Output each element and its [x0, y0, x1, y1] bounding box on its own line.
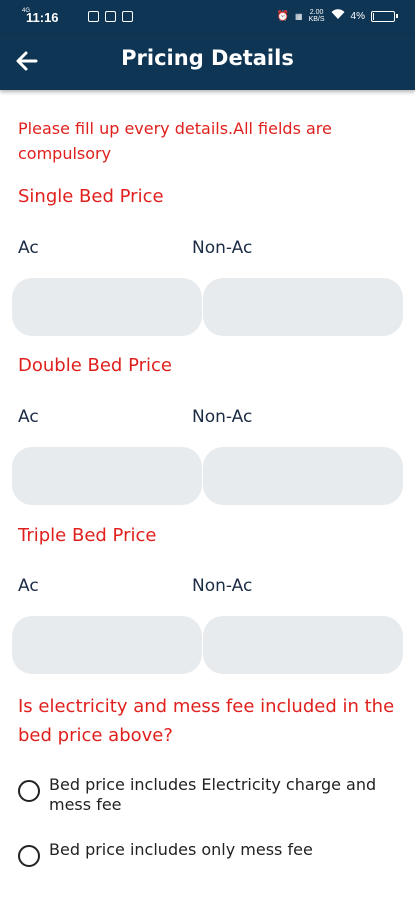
option-mess-only[interactable]: Bed price includes only mess fee: [18, 840, 379, 867]
single-bed-nonac-input[interactable]: [203, 278, 403, 336]
network-speed-value: 2.00: [309, 9, 324, 16]
network-speed: 2.00 KB/S: [309, 9, 325, 23]
notification-icon: [105, 11, 116, 22]
network-speed-unit: KB/S: [308, 16, 325, 23]
single-nonac-label: Non-Ac: [192, 238, 253, 258]
single-bed-ac-input[interactable]: [12, 278, 202, 336]
single-bed-price-title: Single Bed Price: [18, 186, 164, 207]
option-label: Bed price includes only mess fee: [49, 840, 313, 859]
status-bar: 4G 11:16 ⏰ ▦ 2.00 KB/S 4%: [0, 0, 415, 34]
option-label: Bed price includes Electricity charge an…: [49, 775, 377, 814]
triple-ac-label: Ac: [18, 576, 39, 596]
notification-icon: [88, 11, 99, 22]
double-ac-label: Ac: [18, 407, 39, 427]
wifi-icon: [331, 9, 345, 23]
triple-bed-nonac-input[interactable]: [203, 616, 403, 674]
double-nonac-label: Non-Ac: [192, 407, 253, 427]
double-bed-nonac-input[interactable]: [203, 447, 403, 505]
required-fields-notice: Please fill up every details.All fields …: [18, 119, 332, 163]
battery-fill: [373, 12, 374, 20]
electricity-mess-question: Is electricity and mess fee included in …: [18, 696, 395, 746]
double-bed-ac-input[interactable]: [12, 447, 202, 505]
radio-button[interactable]: [18, 845, 40, 867]
option-electricity-and-mess[interactable]: Bed price includes Electricity charge an…: [18, 775, 379, 815]
page-title: Pricing Details: [121, 46, 294, 70]
triple-bed-ac-input[interactable]: [12, 616, 202, 674]
volte-icon: ▦: [295, 11, 303, 21]
notification-icon: [122, 11, 133, 22]
double-bed-price-title: Double Bed Price: [18, 355, 172, 376]
single-ac-label: Ac: [18, 238, 39, 258]
radio-button[interactable]: [18, 780, 40, 802]
triple-nonac-label: Non-Ac: [192, 576, 253, 596]
status-time: 11:16: [26, 10, 59, 25]
app-bar: Pricing Details: [0, 34, 415, 90]
triple-bed-price-title: Triple Bed Price: [18, 525, 157, 546]
status-right: ⏰ ▦ 2.00 KB/S 4%: [276, 9, 398, 23]
alarm-icon: ⏰: [276, 10, 290, 22]
battery-percent: 4%: [350, 10, 365, 22]
battery-icon: [371, 10, 398, 22]
